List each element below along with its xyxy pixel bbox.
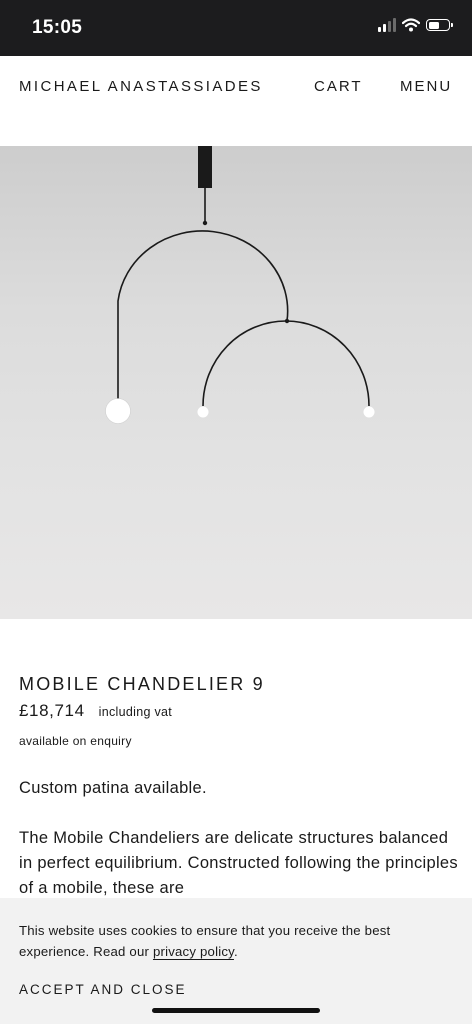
availability-note: available on enquiry: [19, 734, 132, 748]
lower-arc: [202, 320, 370, 407]
home-indicator[interactable]: [152, 1008, 320, 1013]
site-header: MICHAEL ANASTASSIADES CART MENU: [0, 56, 472, 146]
status-icons: [378, 18, 453, 32]
status-time: 15:05: [32, 17, 83, 38]
large-globe: [105, 398, 131, 424]
vat-note: including vat: [98, 705, 173, 719]
mobile-chandelier-icon: [105, 146, 375, 424]
brand-logo[interactable]: MICHAEL ANASTASSIADES: [19, 78, 263, 95]
cellular-signal-icon: [378, 18, 396, 32]
product-price: £18,714: [19, 701, 85, 720]
wifi-icon: [402, 18, 420, 32]
small-globe-left: [197, 406, 209, 418]
cookie-message: This website uses cookies to ensure that…: [19, 920, 455, 962]
menu-button[interactable]: MENU: [400, 78, 452, 95]
product-description: The Mobile Chandeliers are delicate stru…: [19, 829, 458, 897]
accept-cookies-button[interactable]: ACCEPT AND CLOSE: [19, 982, 187, 997]
ceiling-rod: [198, 146, 212, 188]
product-title: MOBILE CHANDELIER 9: [19, 674, 265, 694]
battery-level: [428, 21, 439, 29]
cookie-banner: This website uses cookies to ensure that…: [0, 898, 472, 1024]
patina-note: Custom patina available.: [19, 779, 207, 797]
upper-arc: [117, 230, 289, 401]
price-row: £18,714 including vat: [19, 701, 172, 721]
small-globe-right: [363, 406, 375, 418]
status-bar: 15:05: [0, 0, 472, 56]
cookie-message-end: .: [233, 944, 238, 959]
cart-link[interactable]: CART: [314, 78, 363, 95]
battery-icon: [426, 19, 453, 31]
product-image: [0, 146, 472, 619]
product-page: 15:05 MICHAEL ANASTASSIADES CART MENU MO…: [0, 0, 472, 1024]
privacy-policy-link[interactable]: privacy policy: [153, 944, 234, 959]
